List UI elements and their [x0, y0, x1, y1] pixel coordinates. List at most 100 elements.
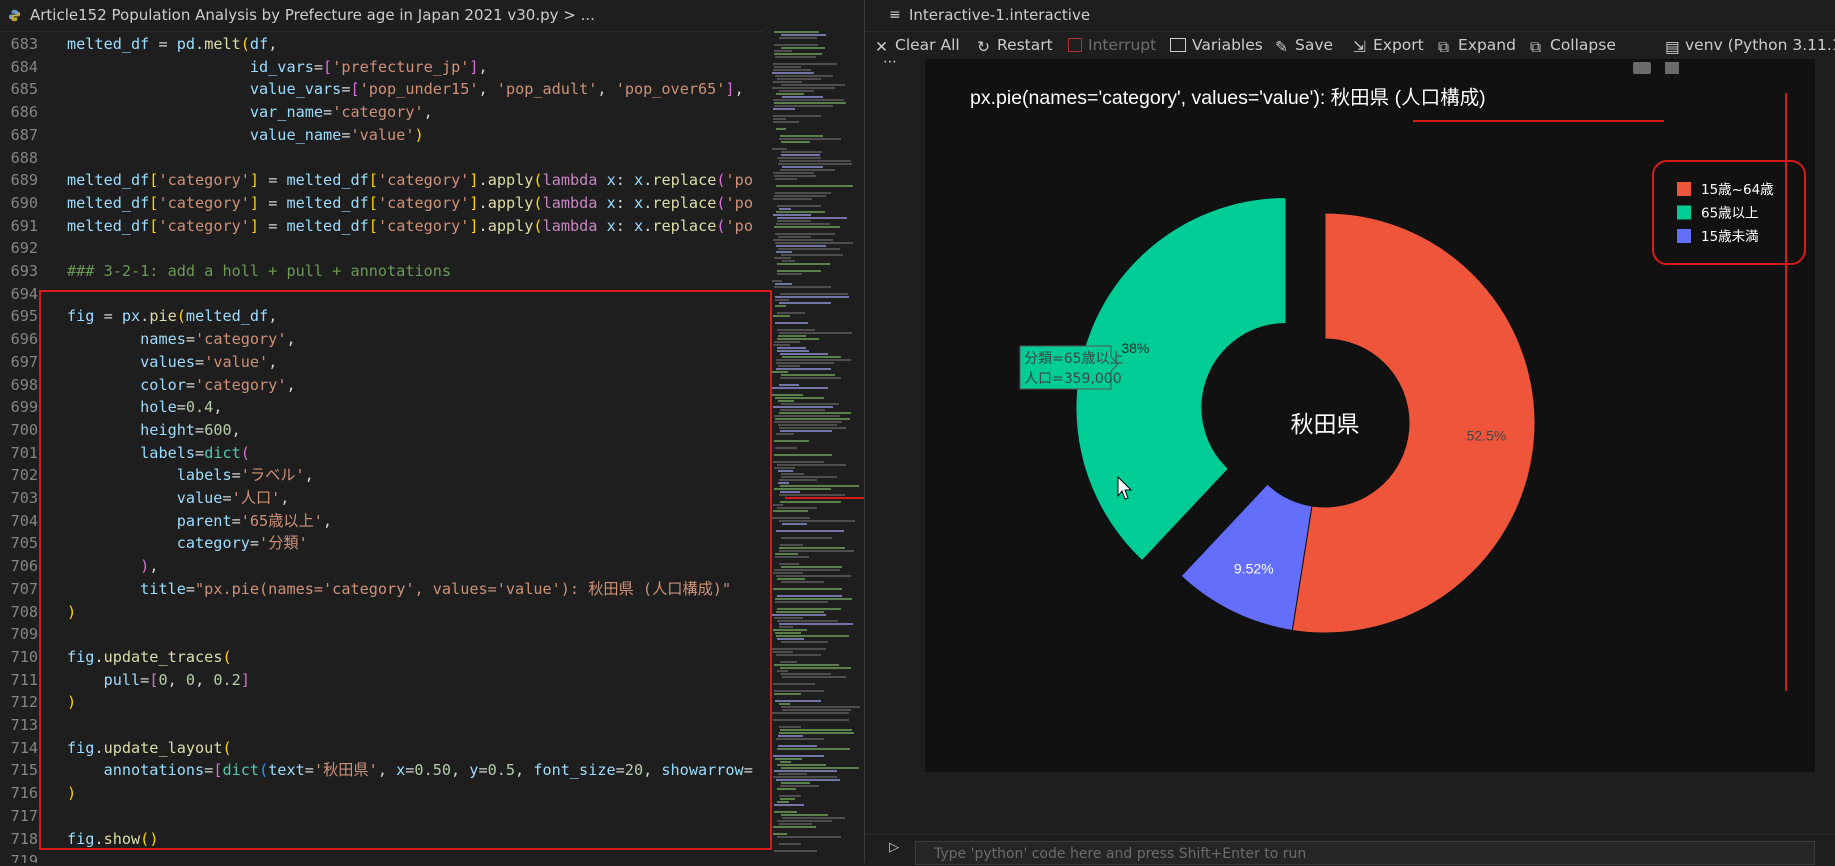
minimap-line [774, 341, 800, 343]
minimap-line [775, 178, 797, 180]
minimap-line [772, 63, 837, 65]
kernel-label: venv (Python 3.11.1) [1685, 36, 1835, 54]
minimap-line [774, 66, 802, 68]
minimap-line [775, 242, 853, 244]
code-text: value_vars=['pop_under15', 'pop_adult', … [249, 80, 744, 99]
run-icon[interactable]: ▷ [889, 840, 899, 855]
minimap-line [778, 843, 802, 845]
legend-label[interactable]: 15歳未満 [1701, 229, 1759, 245]
line-number: 708 [10, 602, 38, 621]
minimap-line [773, 826, 817, 828]
line-number: 684 [10, 57, 38, 76]
minimap-line [777, 424, 837, 426]
minimap-line [780, 729, 852, 731]
minimap-line [773, 69, 812, 71]
code-line[interactable]: 691 melted_df['category'] = melted_df['ca… [0, 215, 760, 238]
kernel-picker[interactable]: ▤ venv (Python 3.11.1) [1665, 31, 1835, 59]
code-line[interactable]: 719 [0, 850, 760, 863]
minimap-line [773, 44, 819, 46]
code-input[interactable]: Type 'python' code here and press Shift+… [915, 841, 1815, 865]
pie-chart[interactable]: px.pie(names='category', values='value')… [925, 59, 1815, 772]
minimap-line [774, 415, 841, 417]
chart-legend[interactable]: 15歳~64歳 65歳以上 15歳未満 [1677, 182, 1774, 245]
interrupt-button[interactable]: Interrupt [1068, 31, 1156, 59]
code-text: ### 3-2-1: add a holl + pull + annotatio… [67, 262, 452, 280]
code-line[interactable]: 683 melted_df = pd.melt(df, [0, 33, 760, 56]
interactive-tab-title[interactable]: Interactive-1.interactive [909, 0, 1090, 31]
editor-breadcrumb[interactable]: Article152 Population Analysis by Prefec… [0, 0, 864, 32]
line-number: 706 [10, 557, 38, 576]
code-line[interactable]: 690 melted_df['category'] = melted_df['ca… [0, 192, 760, 215]
minimap-line [778, 773, 807, 775]
minimap-line [778, 37, 818, 39]
minimap-line [775, 185, 854, 187]
legend-label[interactable]: 15歳~64歳 [1701, 182, 1774, 198]
minimap-line [776, 78, 822, 80]
minimap-line [775, 553, 799, 555]
minimap-line [776, 347, 807, 349]
minimap-line [775, 223, 830, 225]
minimap-line [778, 412, 852, 414]
minimap-line [776, 764, 827, 766]
legend-label[interactable]: 65歳以上 [1701, 206, 1759, 222]
legend-swatch[interactable] [1677, 182, 1691, 196]
line-number: 713 [10, 716, 38, 734]
minimap-line [777, 205, 822, 207]
minimap-line [779, 427, 847, 429]
minimap-line [780, 785, 819, 787]
variables-button[interactable]: Variables [1170, 31, 1263, 59]
camera-icon[interactable] [1633, 62, 1651, 74]
more-actions-icon[interactable]: ⋯ [883, 54, 897, 70]
line-number: 719 [10, 852, 38, 863]
minimap-line [776, 220, 812, 222]
code-line[interactable]: 693 ### 3-2-1: add a holl + pull + annota… [0, 260, 760, 283]
minimap-line [775, 418, 850, 420]
interactive-window: ≡ Interactive-1.interactive ✕ Clear All ↻… [865, 0, 1835, 865]
minimap-line [776, 638, 805, 640]
minimap-line [776, 748, 851, 750]
collapse-button[interactable]: ⧉ Collapse [1530, 31, 1616, 59]
minimap-line [779, 384, 799, 386]
minimap-line [776, 595, 843, 597]
legend-swatch[interactable] [1677, 205, 1691, 220]
minimap-line [779, 332, 852, 334]
minimap-line [777, 312, 806, 314]
code-line[interactable]: 689 melted_df['category'] = melted_df['ca… [0, 169, 760, 192]
export-button[interactable]: ⇲ Export [1353, 31, 1424, 59]
minimap-line [773, 286, 831, 288]
minimap-line [775, 251, 792, 253]
minimap-line [781, 814, 829, 816]
minimap-line [776, 368, 831, 370]
pie-slice[interactable] [1180, 483, 1313, 632]
minimap-line [781, 96, 823, 98]
save-label: Save [1295, 36, 1334, 54]
interactive-tab[interactable]: ≡ Interactive-1.interactive [865, 0, 1835, 32]
save-button[interactable]: ✎ Save [1275, 31, 1333, 59]
minimap-line [775, 779, 841, 781]
restart-button[interactable]: ↻ Restart [977, 31, 1053, 59]
minimap[interactable] [764, 31, 864, 863]
minimap-line [777, 745, 818, 747]
code-line[interactable]: 684 id_vars=['prefecture_jp'], [0, 56, 760, 79]
legend-swatch[interactable] [1677, 229, 1691, 243]
minimap-line [775, 632, 801, 634]
minimap-line [781, 641, 828, 643]
line-number: 683 [10, 35, 38, 53]
code-line[interactable]: 692 [0, 237, 760, 260]
minimap-line [776, 654, 821, 656]
expand-button[interactable]: ⧉ Expand [1438, 31, 1516, 59]
minimap-line [776, 211, 825, 213]
line-number: 694 [10, 284, 38, 303]
code-line[interactable]: 685 value_vars=['pop_under15', 'pop_adul… [0, 78, 760, 101]
minimap-line [780, 403, 840, 405]
minimap-line [780, 673, 831, 675]
code-line[interactable]: 688 [0, 147, 760, 170]
code-line[interactable]: 687 value_name='value') [0, 124, 760, 147]
code-line[interactable]: 686 var_name='category', [0, 101, 760, 124]
minimap-line [780, 141, 810, 143]
minimap-line [773, 510, 808, 512]
line-number: 715 [10, 761, 38, 780]
minimap-line [773, 833, 787, 835]
breadcrumb-filename[interactable]: Article152 Population Analysis by Prefec… [30, 0, 595, 31]
plotly-logo-icon[interactable] [1665, 62, 1679, 74]
